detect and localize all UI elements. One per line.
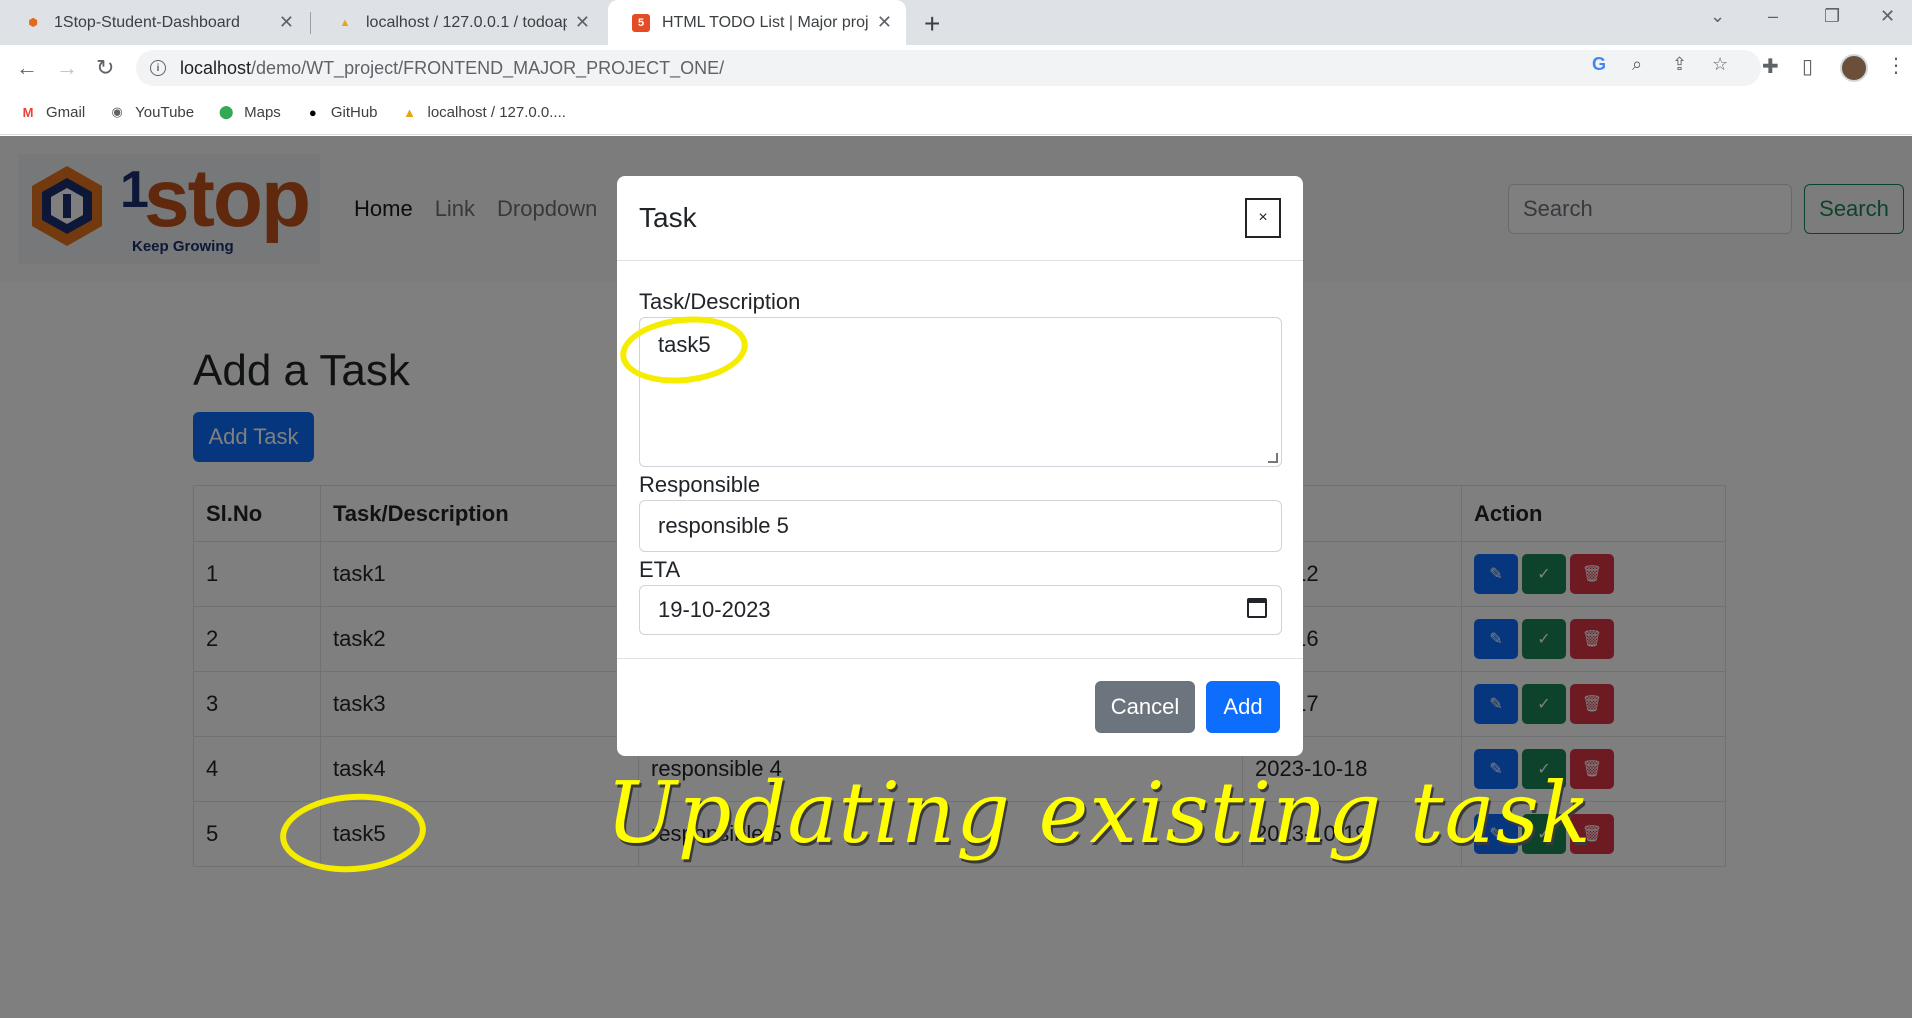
modal-title: Task [639, 202, 697, 233]
bookmark-star-icon[interactable]: ☆ [1712, 54, 1728, 75]
google-icon[interactable]: G [1592, 54, 1606, 75]
cancel-button[interactable]: Cancel [1095, 681, 1195, 733]
bookmark-youtube[interactable]: ◉ YouTube [107, 102, 195, 122]
close-tab-icon[interactable]: ✕ [279, 12, 294, 33]
annotation-caption: Updating existing task [606, 764, 1592, 862]
restore-icon[interactable]: ❐ [1824, 6, 1840, 27]
close-icon: × [1258, 209, 1268, 226]
modal-footer: Cancel Add [617, 658, 1303, 756]
back-arrow-icon[interactable]: ← [16, 55, 38, 81]
url-field[interactable]: i localhost/demo/WT_project/FRONTEND_MAJ… [136, 50, 1761, 86]
reload-icon[interactable]: ↻ [96, 55, 114, 81]
task-description-label: Task/Description [639, 289, 801, 314]
bookmark-phpmyadmin[interactable]: ▲ localhost / 127.0.0.... [400, 102, 566, 122]
calendar-icon[interactable] [1247, 598, 1267, 618]
modal-header: Task × [617, 176, 1303, 261]
bookmark-maps[interactable]: ⬤ Maps [216, 102, 281, 122]
bookmark-github[interactable]: ● GitHub [303, 102, 378, 122]
resize-handle-icon[interactable] [1268, 453, 1278, 463]
modal-close-button[interactable]: × [1245, 198, 1281, 238]
browser-tab-todo[interactable]: 5 HTML TODO List | Major project ✕ [608, 0, 906, 45]
close-tab-icon[interactable]: ✕ [877, 12, 892, 33]
forward-arrow-icon[interactable]: → [56, 55, 78, 81]
bookmarks-bar: M Gmail ◉ YouTube ⬤ Maps ● GitHub ▲ loca… [0, 90, 1912, 135]
maps-icon: ⬤ [218, 104, 234, 119]
task-modal: Task × Task/Description task5 Responsibl… [617, 176, 1303, 756]
eta-date-field[interactable]: 19-10-2023 [639, 585, 1282, 635]
bookmark-gmail[interactable]: M Gmail [18, 102, 86, 122]
minimize-icon[interactable]: – [1768, 6, 1778, 27]
profile-avatar[interactable] [1840, 54, 1868, 82]
share-icon[interactable]: ⇪ [1672, 54, 1687, 75]
extensions-puzzle-icon[interactable]: ✚ [1762, 54, 1779, 79]
browser-tab-bar: ⬢ 1Stop-Student-Dashboard ✕ ▲ localhost … [0, 0, 1912, 45]
onestop-favicon-icon: ⬢ [28, 17, 38, 29]
eta-label: ETA [639, 557, 681, 582]
youtube-icon: ◉ [111, 104, 123, 119]
phpmyadmin-favicon-icon: ▲ [339, 16, 351, 29]
site-info-icon[interactable]: i [150, 60, 166, 76]
github-icon: ● [308, 104, 317, 120]
close-window-icon[interactable]: ✕ [1880, 6, 1895, 27]
html5-favicon-icon: 5 [632, 13, 650, 32]
responsible-field[interactable]: responsible 5 [639, 500, 1282, 552]
browser-tab-dashboard[interactable]: ⬢ 1Stop-Student-Dashboard ✕ [0, 0, 308, 45]
phpmyadmin-icon: ▲ [403, 104, 416, 120]
close-tab-icon[interactable]: ✕ [575, 12, 590, 33]
zoom-icon[interactable]: ⌕ [1632, 54, 1642, 75]
tab-separator [310, 12, 311, 34]
gmail-icon: M [22, 104, 34, 120]
tab-search-chevron-icon[interactable]: ⌄ [1710, 6, 1725, 27]
side-panel-icon[interactable]: ▯ [1802, 54, 1813, 79]
responsible-label: Responsible [639, 472, 761, 497]
address-bar: ← → ↻ i localhost/demo/WT_project/FRONTE… [0, 45, 1912, 90]
browser-tab-phpmyadmin[interactable]: ▲ localhost / 127.0.0.1 / todoapp / ✕ [312, 0, 604, 45]
add-button[interactable]: Add [1206, 681, 1280, 733]
new-tab-icon[interactable]: + [924, 8, 940, 40]
menu-dots-icon[interactable]: ⋮ [1886, 53, 1906, 78]
